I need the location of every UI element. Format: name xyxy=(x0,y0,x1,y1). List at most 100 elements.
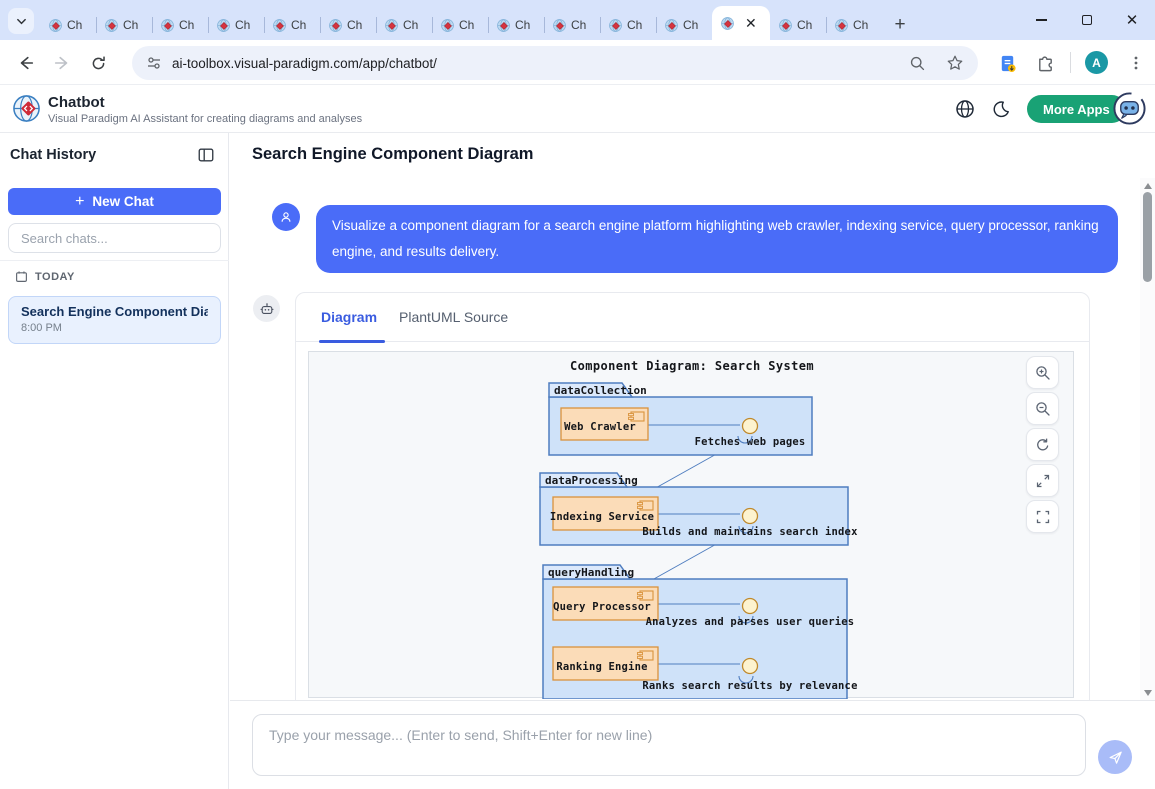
browser-profile-avatar[interactable]: A xyxy=(1085,51,1108,74)
window-close-button[interactable]: ✕ xyxy=(1109,0,1155,40)
extensions-icon[interactable] xyxy=(1031,49,1059,77)
page-zoom-icon[interactable] xyxy=(909,55,926,72)
browser-tab[interactable]: Ch xyxy=(264,10,320,40)
browser-tab[interactable]: Ch xyxy=(432,10,488,40)
reading-list-doc-icon[interactable] xyxy=(993,49,1021,77)
chatbot-badge-icon[interactable] xyxy=(1112,91,1147,126)
plus-icon: + xyxy=(75,193,84,211)
window-minimize-button[interactable] xyxy=(1018,0,1064,40)
tab-favicon-icon xyxy=(609,19,622,32)
browser-tab[interactable]: Ch xyxy=(770,10,826,40)
package-name: dataCollection xyxy=(554,384,647,397)
app-subtitle: Visual Paradigm AI Assistant for creatin… xyxy=(48,113,362,125)
tab-favicon-icon xyxy=(105,19,118,32)
reload-button[interactable] xyxy=(85,50,111,76)
new-tab-button[interactable]: + xyxy=(886,10,914,40)
assistant-avatar xyxy=(253,295,280,322)
tab-label: Ch xyxy=(683,18,698,32)
site-settings-icon[interactable] xyxy=(146,55,162,71)
browser-tab-strip: ChChChChChChChChChChChCh✕ChCh+ ✕ xyxy=(0,0,1155,40)
browser-tab[interactable]: Ch xyxy=(656,10,712,40)
diagram-zoom-toolbar xyxy=(1026,356,1059,536)
component-icon xyxy=(638,591,654,600)
forward-button[interactable] xyxy=(49,50,75,76)
zoom-out-button[interactable] xyxy=(1026,392,1059,425)
browser-tab[interactable]: Ch xyxy=(208,10,264,40)
tab-favicon-icon xyxy=(835,19,848,32)
component-diagram: Component Diagram: Search System dataCol… xyxy=(309,352,1075,699)
dark-mode-moon-icon[interactable] xyxy=(989,97,1013,121)
component-name: Web Crawler xyxy=(564,421,636,433)
scrollbar-up-arrow[interactable] xyxy=(1140,178,1155,193)
bookmark-star-icon[interactable] xyxy=(946,54,964,72)
fullscreen-button[interactable] xyxy=(1026,500,1059,533)
sidebar-heading: Chat History xyxy=(10,147,96,163)
component-name: Indexing Service xyxy=(550,511,654,523)
new-chat-button[interactable]: + New Chat xyxy=(8,188,221,215)
tab-search-button[interactable] xyxy=(8,8,34,34)
zoom-in-button[interactable] xyxy=(1026,356,1059,389)
card-tab-bar: Diagram PlantUML Source xyxy=(296,293,1089,342)
browser-tab[interactable]: Ch xyxy=(488,10,544,40)
toolbar-separator xyxy=(1070,52,1071,73)
more-apps-button[interactable]: More Apps xyxy=(1027,95,1126,123)
browser-tab[interactable]: Ch xyxy=(544,10,600,40)
tab-favicon-icon xyxy=(665,19,678,32)
address-bar[interactable]: ai-toolbox.visual-paradigm.com/app/chatb… xyxy=(132,46,978,80)
component-icon xyxy=(638,501,654,510)
search-chats-input[interactable] xyxy=(8,223,221,253)
tab-label: Ch xyxy=(627,18,642,32)
message-input[interactable] xyxy=(252,714,1086,776)
browser-tab[interactable]: Ch xyxy=(826,10,882,40)
sidebar-divider xyxy=(0,260,229,261)
tab-label: Ch xyxy=(235,18,250,32)
browser-tab[interactable]: Ch xyxy=(152,10,208,40)
tab-label: Ch xyxy=(797,18,812,32)
browser-tab[interactable]: Ch xyxy=(376,10,432,40)
tab-plantuml-source[interactable]: PlantUML Source xyxy=(399,309,508,325)
visual-paradigm-logo xyxy=(12,94,41,123)
tab-label: Ch xyxy=(179,18,194,32)
back-button[interactable] xyxy=(13,50,39,76)
tab-diagram[interactable]: Diagram xyxy=(321,309,377,325)
chat-scroll-area[interactable]: Visualize a component diagram for a sear… xyxy=(230,178,1140,700)
component-icon xyxy=(629,412,645,421)
tab-label: Ch xyxy=(853,18,868,32)
tab-favicon-icon xyxy=(217,19,230,32)
tab-favicon-icon xyxy=(329,19,342,32)
tab-favicon-icon xyxy=(385,19,398,32)
window-maximize-button[interactable] xyxy=(1064,0,1110,40)
chat-scrollbar[interactable] xyxy=(1140,178,1155,700)
tab-close-icon[interactable]: ✕ xyxy=(745,15,757,32)
component-name: Query Processor xyxy=(553,601,651,613)
browser-tab[interactable]: Ch xyxy=(40,10,96,40)
browser-tab[interactable]: Ch xyxy=(320,10,376,40)
tab-label: Ch xyxy=(123,18,138,32)
component-name: Ranking Engine xyxy=(556,661,647,673)
diagram-canvas[interactable]: Component Diagram: Search System dataCol… xyxy=(308,351,1074,698)
expand-button[interactable] xyxy=(1026,464,1059,497)
reset-view-button[interactable] xyxy=(1026,428,1059,461)
browser-tab[interactable]: Ch xyxy=(600,10,656,40)
sidebar-collapse-icon[interactable] xyxy=(197,146,217,166)
tab-label: Ch xyxy=(459,18,474,32)
scrollbar-down-arrow[interactable] xyxy=(1140,685,1155,700)
browser-menu-icon[interactable] xyxy=(1122,49,1150,77)
tab-favicon-icon xyxy=(553,19,566,32)
chat-item-time: 8:00 PM xyxy=(21,322,208,334)
tab-favicon-icon xyxy=(497,19,510,32)
sidebar-section-today: TODAY xyxy=(15,270,75,283)
scrollbar-thumb[interactable] xyxy=(1143,192,1152,282)
language-globe-icon[interactable] xyxy=(953,97,977,121)
browser-tab[interactable]: Ch xyxy=(96,10,152,40)
chevron-down-icon xyxy=(16,16,27,27)
tab-label: Ch xyxy=(403,18,418,32)
browser-tab-active[interactable]: ✕ xyxy=(712,6,770,40)
tab-favicon-icon xyxy=(273,19,286,32)
tab-favicon-icon xyxy=(161,19,174,32)
url-text[interactable]: ai-toolbox.visual-paradigm.com/app/chatb… xyxy=(172,56,437,71)
send-button[interactable] xyxy=(1098,740,1132,774)
page-title: Search Engine Component Diagram xyxy=(252,145,533,164)
app-header xyxy=(0,85,1155,133)
chat-history-item[interactable]: Search Engine Component Dia... 8:00 PM xyxy=(8,296,221,344)
